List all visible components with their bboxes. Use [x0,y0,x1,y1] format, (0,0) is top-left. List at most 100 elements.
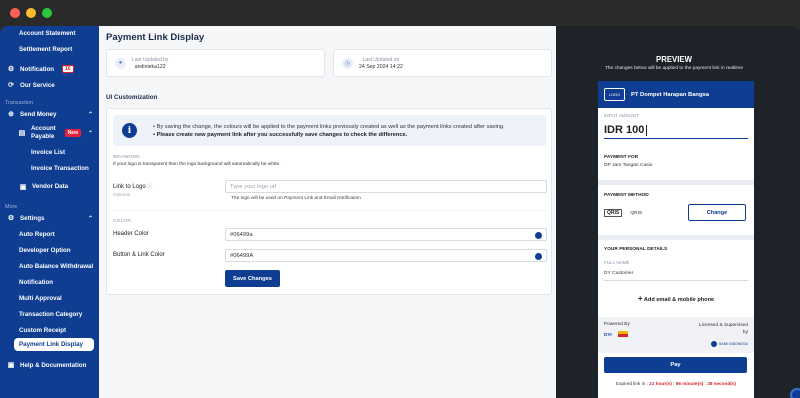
help-icon: ▣ [7,362,15,369]
payment-method-value: QRIS [630,210,643,216]
gear-icon: ⚙ [7,215,15,222]
dyi-logo: DYI [604,331,612,337]
payment-method-label: PAYMENT METHOD [604,193,649,198]
maximize-window-button[interactable] [42,8,52,18]
sidebar-item-auto-report[interactable]: Auto Report [0,226,99,242]
gear-icon: ⚙ [7,66,15,73]
last-updated-on-value: 24 Sep 2024 14:22 [359,63,403,70]
window-titlebar [0,0,800,26]
clock-icon: ◷ [342,57,353,69]
sidebar-item-label: Developer Option [19,246,71,254]
amount-value: IDR 100 [604,124,645,136]
powered-by-section: Powered By DYI Licensed & Supervised by B… [598,317,754,353]
sidebar-item-multi-approval[interactable]: Multi Approval [0,290,99,306]
header-color-label: Header Color [113,231,149,237]
new-badge: New [64,129,81,137]
header-color-swatch[interactable] [535,232,542,239]
branding-hint: If your logo is transparent then the log… [113,162,281,167]
app-window: Account Statement Settlement Report ⚙ No… [0,0,800,398]
save-changes-button[interactable]: Save Changes [225,270,280,287]
payment-for-section: PAYMENT FOR DP Jam Tangan Casio [598,146,754,180]
sidebar-item-send-money[interactable]: ⊕ Send Money ⌃ [0,106,99,122]
qris-logo: QRIS [604,209,623,217]
amount-section: INPUT AMOUNT IDR 100 [598,108,754,146]
payment-for-value: DP Jam Tangan Casio [604,163,653,168]
add-contact-link[interactable]: + Add email & mobile phone [604,294,748,303]
sidebar-item-label: Transaction Category [19,310,83,318]
full-name-input[interactable]: DY Customer [604,271,748,281]
sidebar-item-label: Payment Link Display [19,341,83,348]
sidebar-item-label: Notification [19,278,54,286]
text-caret [646,124,648,136]
plus-icon: + [637,294,643,303]
page-title: Payment Link Display [106,32,205,43]
sidebar-item-label: Invoice List [31,148,66,156]
sidebar-item-label: Multi Approval [19,294,62,302]
sidebar-item-help[interactable]: ▣ Help & Documentation [0,357,99,373]
minimize-window-button[interactable] [26,8,36,18]
alert-line-2: • Please create new payment link after y… [153,132,408,138]
sidebar-item-settlement-report[interactable]: Settlement Report [0,41,99,57]
sidebar-item-invoice-list[interactable]: Invoice List [0,144,99,160]
sidebar-item-payment-link-display[interactable]: Payment Link Display [14,338,94,351]
ui-customization-panel: i • By saving the change, the colours wi… [106,108,552,295]
sidebar-item-our-service[interactable]: ⟳ Our Service [0,77,99,93]
header-color-value: #06499a [230,231,253,238]
header-color-input[interactable]: #06499a [225,228,547,241]
color-title: COLOR [113,219,132,224]
sidebar-item-developer-option[interactable]: Developer Option [0,242,99,258]
chevron-up-icon: ⌃ [87,111,93,118]
sidebar-item-account-payable[interactable]: ▤ Account Payable New ⌃ [0,122,99,144]
merchant-logo: LOGO [604,88,625,101]
chat-icon[interactable] [790,388,800,398]
logo-url-input[interactable]: Type your logo url [225,180,547,193]
sidebar-item-custom-receipt[interactable]: Custom Receipt [0,322,99,338]
divider [113,210,547,211]
chevron-up-icon: ⌃ [87,130,93,137]
close-window-button[interactable] [10,8,20,18]
sidebar-item-notification[interactable]: ⚙ Notification 10 [0,61,99,77]
app-body: Account Statement Settlement Report ⚙ No… [0,26,800,398]
merchant-name: PT Dompet Harapan Bangsa [631,91,709,98]
button-color-swatch[interactable] [535,253,542,260]
preview-pane: PREVIEW The changes below will be applie… [556,26,800,398]
info-icon: i [122,123,137,138]
sidebar-item-label: Auto Report [19,230,55,238]
personal-details-section: YOUR PERSONAL DETAILS FULL NAME DY Custo… [598,240,754,317]
pay-button[interactable]: Pay [604,357,747,373]
sidebar-item-notification-settings[interactable]: Notification [0,274,99,290]
preview-title: PREVIEW [656,55,692,64]
send-icon: ⊕ [8,111,14,118]
last-updated-by-value: andinieka122 [134,63,166,70]
last-updated-on-label: Last Updated on [362,56,400,63]
sidebar-section-transaction: Transaction [5,100,33,106]
sidebar-item-account-statement[interactable]: Account Statement [0,26,99,41]
user-icon: ● [115,57,126,69]
logo-note: The logo will be used on Payment Link an… [231,196,361,201]
sidebar-item-label: Settings [20,214,45,222]
button-color-input[interactable]: #06499A [225,249,547,262]
sidebar-item-label: Invoice Transaction [31,164,89,172]
sidebar-item-label: Vendor Data [32,183,69,190]
button-color-label: Button & Link Color [113,252,165,258]
sidebar-item-label: Help & Documentation [20,361,87,369]
last-updated-on-card: ◷ Last Updated on 24 Sep 2024 14:22 [333,49,552,77]
sidebar-item-label: Notification [20,65,55,73]
document-icon: ▤ [18,130,26,137]
amount-input[interactable]: IDR 100 [604,124,748,139]
sidebar-item-invoice-transaction[interactable]: Invoice Transaction [0,160,99,176]
sidebar-item-label: Auto Balance Withdrawal [19,262,94,270]
sidebar-item-auto-balance-withdrawal[interactable]: Auto Balance Withdrawal [0,258,99,274]
sidebar-item-vendor-data[interactable]: ▣ Vendor Data [0,176,99,197]
sidebar-item-label: Custom Receipt [19,326,67,334]
change-method-button[interactable]: Change [688,204,746,221]
full-name-label: FULL NAME [604,260,630,265]
sidebar: Account Statement Settlement Report ⚙ No… [0,26,99,398]
chevron-up-icon: ⌃ [87,215,93,222]
sidebar-item-settings[interactable]: ⚙ Settings ⌃ [0,210,99,226]
main-content: Payment Link Display ● Last Updated by a… [99,26,556,398]
sidebar-item-transaction-category[interactable]: Transaction Category [0,306,99,322]
logo-optional-label: Optional [113,192,131,197]
expiry-countdown: Expired link in : 21 hour(s) : 56 minute… [616,381,736,386]
branding-title: BRANDING [113,155,140,160]
